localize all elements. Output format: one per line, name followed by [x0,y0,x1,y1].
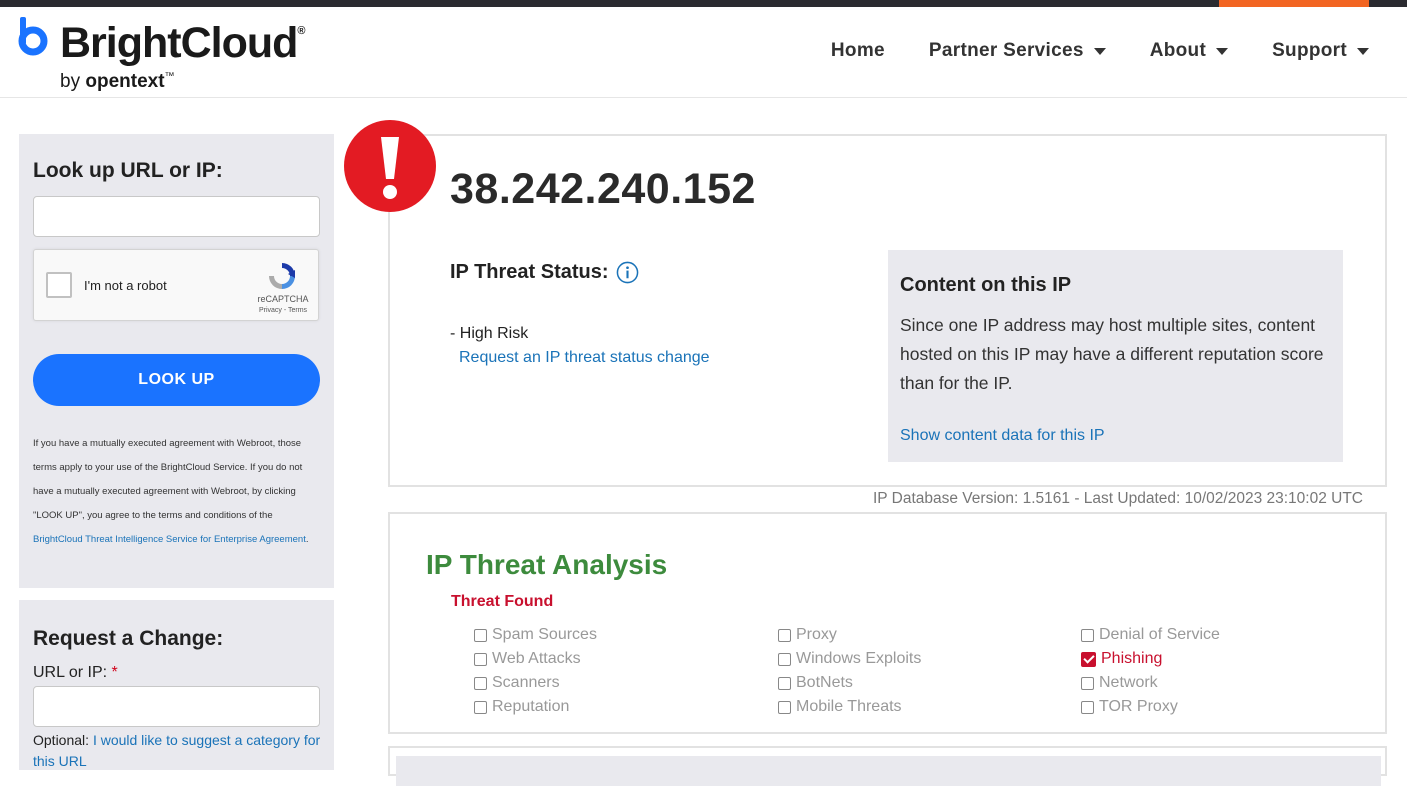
checkbox-icon [1081,628,1094,642]
request-threat-change-link[interactable]: Request an IP threat status change [459,349,710,367]
brand-reg: ® [297,25,305,37]
next-section-box [388,746,1387,786]
nav-home-label: Home [830,40,885,61]
next-section-header [396,756,1381,786]
checkbox-icon [778,676,791,690]
threat-label: BotNets [796,674,853,691]
nav-about-label: About [1149,40,1207,61]
checkbox-icon [474,628,487,642]
checkbox-icon [474,700,487,714]
threat-label: Windows Exploits [796,650,922,667]
content-on-ip-box: Content on this IP Since one IP address … [888,250,1343,462]
main-nav: Home Partner Services About Support [787,40,1369,62]
legal-text-end: . [305,534,309,545]
threat-denial-of-service: Denial of Service [1081,626,1220,644]
content-on-ip-text: Since one IP address may host multiple s… [900,315,1324,393]
legal-agreement-link[interactable]: BrightCloud Threat Intelligence Service … [33,534,306,545]
threat-network: Network [1081,674,1158,692]
threat-proxy: Proxy [778,626,837,644]
nav-about[interactable]: About [1149,40,1229,62]
optional-prefix: Optional: [33,732,93,748]
threat-label: Scanners [492,674,560,691]
top-bar-accent [1219,0,1369,7]
top-bar [0,0,1407,7]
threat-scanners: Scanners [474,674,560,692]
nav-support[interactable]: Support [1272,40,1369,62]
threat-label: Proxy [796,626,837,643]
caret-down-icon [1357,47,1369,55]
db-version-text: IP Database Version: 1.5161 - Last Updat… [872,490,1363,507]
brand-name: BrightCloud® [60,19,306,68]
recaptcha-brand: reCAPTCHA [257,294,309,304]
brightcloud-logo-icon [18,17,48,56]
threat-web-attacks: Web Attacks [474,650,581,668]
ip-threat-status: IP Threat Status: [450,261,639,284]
threat-mobile-threats: Mobile Threats [778,698,902,716]
threat-label: Network [1099,674,1158,691]
threat-found-label: Threat Found [451,593,554,610]
checkbox-icon [474,652,487,666]
lookup-button[interactable]: LOOK UP [33,354,320,406]
threat-status-label: IP Threat Status: [450,261,609,283]
lookup-title: Look up URL or IP: [33,159,223,182]
recaptcha-checkbox[interactable] [46,272,72,298]
recaptcha-widget: I'm not a robot reCAPTCHA Privacy - Term… [33,249,319,321]
checkbox-icon [1081,676,1094,690]
checkbox-icon [778,700,791,714]
lookup-input[interactable] [33,196,320,237]
risk-level: - High Risk [450,325,529,342]
recaptcha-label: I'm not a robot [84,278,167,293]
legal-text: If you have a mutually executed agreemen… [33,432,323,552]
threat-label: Denial of Service [1099,626,1220,643]
url-ip-label-text: URL or IP: [33,664,112,681]
site-header: BrightCloud® by opentext™ Home Partner S… [0,7,1407,98]
url-ip-label: URL or IP: * [33,664,118,682]
threat-spam-sources: Spam Sources [474,626,597,644]
nav-support-label: Support [1272,40,1347,61]
threat-reputation: Reputation [474,698,569,716]
nav-home[interactable]: Home [831,40,885,62]
threat-analysis-title: IP Threat Analysis [426,549,668,580]
checkbox-icon [778,628,791,642]
threat-phishing: Phishing [1081,650,1162,668]
brand-by-prefix: by [60,71,86,92]
optional-suggest: Optional: I would like to suggest a cate… [33,730,323,772]
caret-down-icon [1093,47,1106,55]
checkbox-icon [778,652,791,666]
ip-address-title: 38.242.240.152 [450,165,756,213]
lookup-panel: Look up URL or IP: I'm not a robot reCAP… [19,134,334,588]
change-url-input[interactable] [33,686,320,727]
brand-tm: ™ [164,71,175,82]
exclamation-circle-icon [344,120,436,212]
request-change-panel: Request a Change: URL or IP: * Optional:… [19,600,334,770]
content-on-ip-title: Content on this IP [900,274,1072,296]
threat-botnets: BotNets [778,674,853,692]
lookup-button-label: LOOK UP [138,371,215,388]
recaptcha-icon [269,263,295,289]
threat-label: Spam Sources [492,626,597,643]
recaptcha-links[interactable]: Privacy - Terms [252,307,314,314]
brand-name-text: BrightCloud [60,19,298,67]
info-circle-icon[interactable] [616,261,639,284]
brand-company: opentext [85,71,165,92]
threat-label: Reputation [492,698,570,715]
required-mark: * [111,664,118,681]
checked-checkbox-icon [1081,651,1096,667]
legal-text-body: If you have a mutually executed agreemen… [33,438,303,521]
threat-label: Web Attacks [492,650,581,667]
nav-partner-services-label: Partner Services [928,40,1084,61]
show-content-data-link[interactable]: Show content data for this IP [900,427,1105,445]
nav-partner-services[interactable]: Partner Services [929,40,1106,62]
brand-byline: by opentext™ [60,71,175,93]
threat-label: Mobile Threats [796,698,902,715]
checkbox-icon [474,676,487,690]
checkbox-icon [1081,700,1094,714]
caret-down-icon [1216,47,1229,55]
threat-label: TOR Proxy [1099,698,1178,715]
threat-tor-proxy: TOR Proxy [1081,698,1178,716]
threat-windows-exploits: Windows Exploits [778,650,921,668]
request-change-title: Request a Change: [33,627,224,650]
brightcloud-logo[interactable]: BrightCloud® by opentext™ [18,13,328,97]
threat-label: Phishing [1101,650,1163,667]
